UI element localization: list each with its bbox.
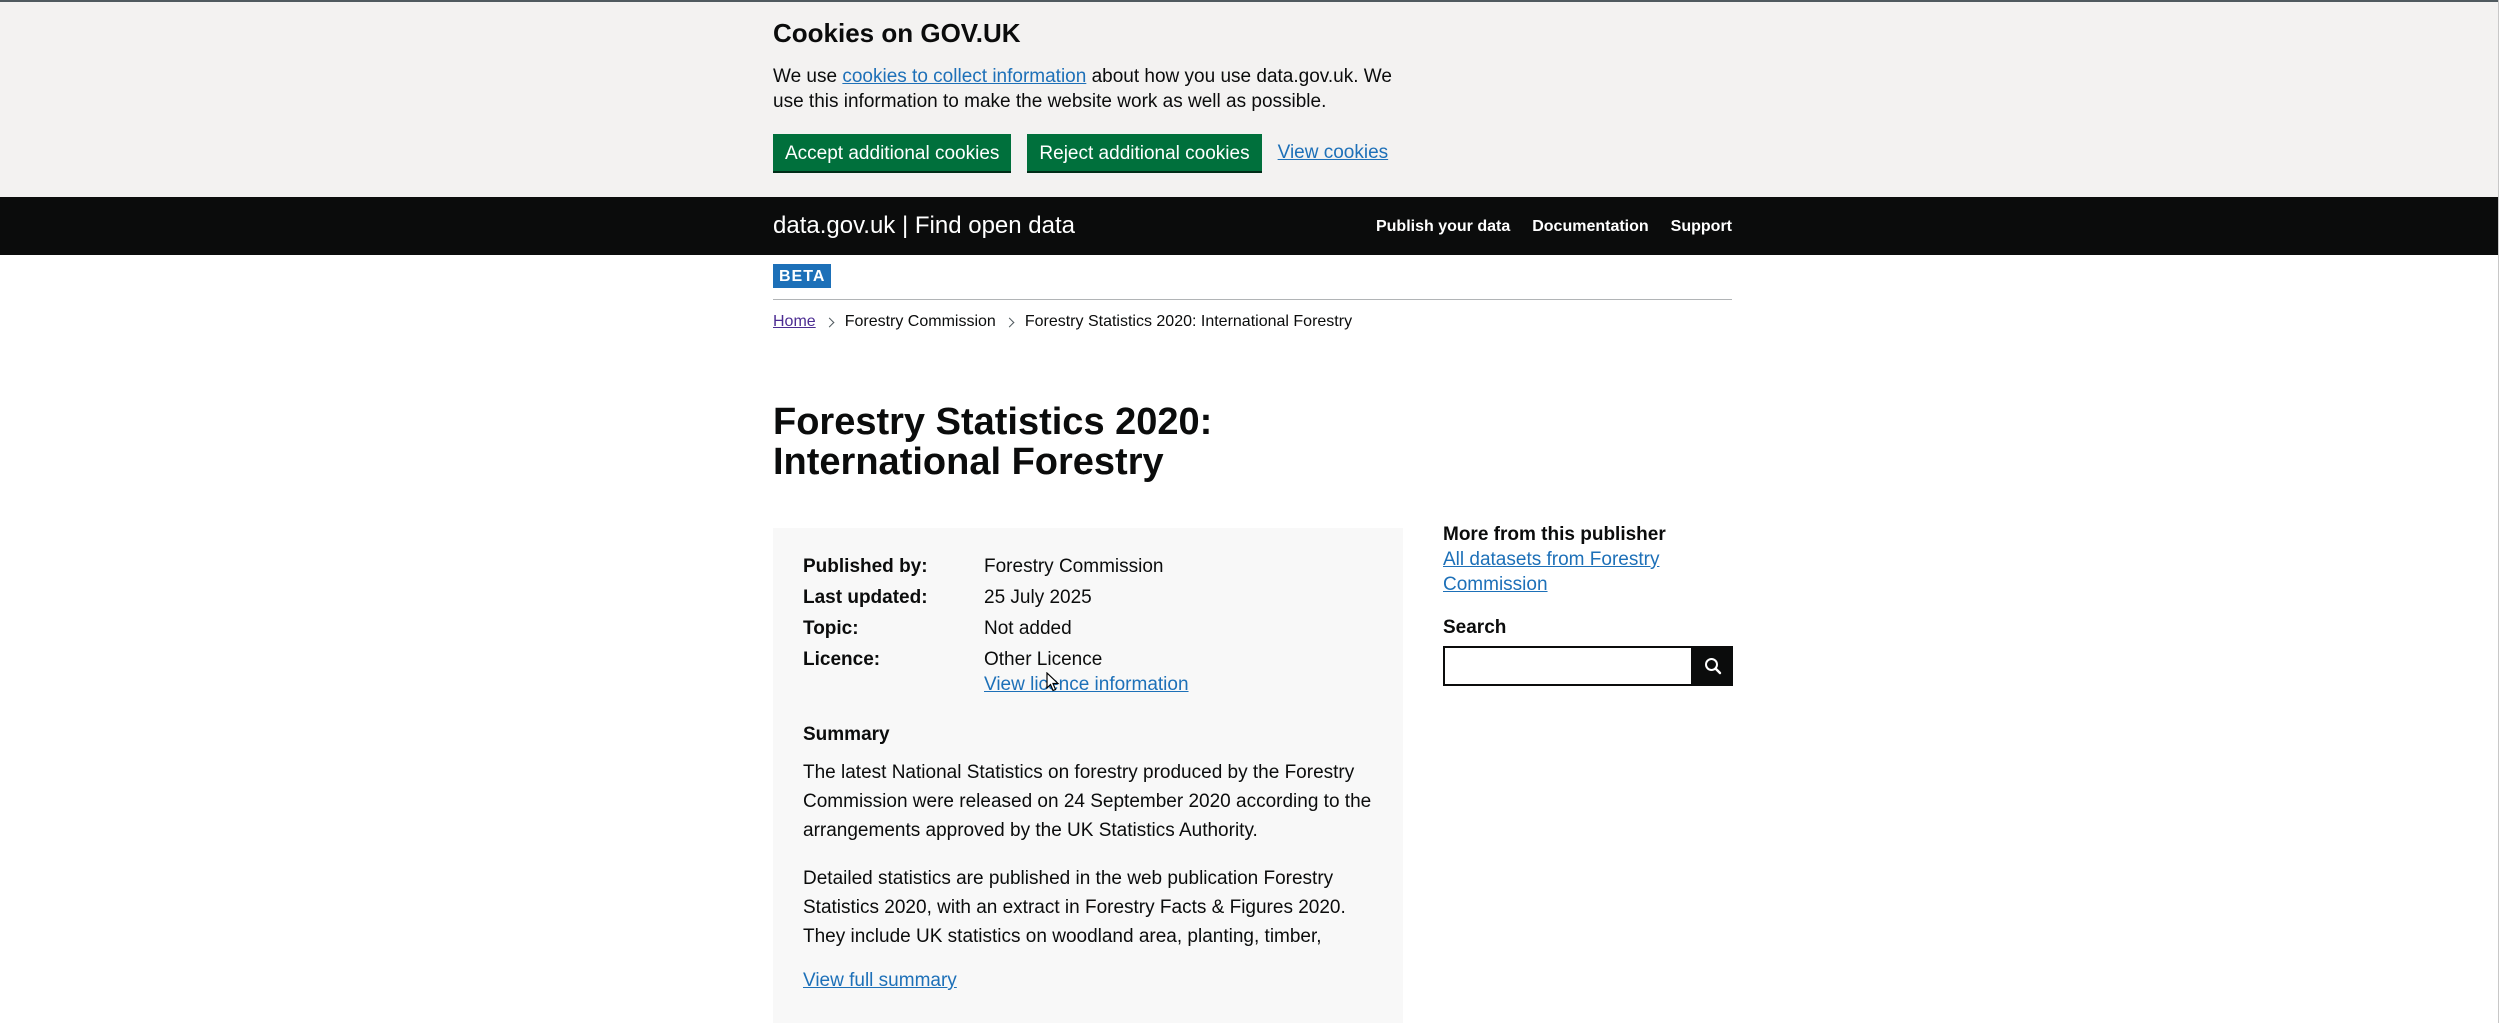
summary-paragraph-2: Detailed statistics are published in the… [803, 868, 1346, 947]
view-full-summary-link[interactable]: View full summary [803, 968, 957, 993]
summary-paragraph-1: The latest National Statistics on forest… [803, 762, 1372, 841]
page-title: Forestry Statistics 2020: International … [773, 401, 1213, 483]
all-datasets-publisher-link[interactable]: All datasets from Forestry Commission [1443, 547, 1733, 597]
breadcrumb-publisher: Forestry Commission [844, 313, 996, 330]
nav-publish-your-data[interactable]: Publish your data [1376, 217, 1510, 237]
metadata-key-licence: Licence: [803, 649, 881, 670]
cookie-banner-title: Cookies on GOV.UK [773, 18, 1021, 48]
metadata-row: Topic: Not added [803, 616, 1344, 641]
metadata-value-published-by: Forestry Commission [984, 556, 1164, 577]
nav-support[interactable]: Support [1671, 217, 1732, 237]
view-licence-link[interactable]: View licence information [984, 674, 1189, 695]
cookie-text-before: We use [773, 66, 843, 87]
metadata-value-last-updated: 25 July 2025 [984, 587, 1092, 608]
dataset-metadata-panel: Published by: Forestry Commission Last u… [773, 528, 1403, 1023]
mouse-cursor-icon [1046, 672, 1060, 692]
accept-cookies-button[interactable]: Accept additional cookies [773, 134, 1012, 171]
cookies-info-link[interactable]: cookies to collect information [842, 66, 1086, 87]
search-input[interactable] [1443, 646, 1693, 686]
header-nav: Publish your data Documentation Support [1376, 217, 1732, 237]
metadata-key-last-updated: Last updated: [803, 587, 928, 608]
breadcrumb-home[interactable]: Home [773, 312, 816, 332]
metadata-row: Licence: Other Licence View licence info… [803, 647, 1344, 697]
sidebar: More from this publisher All datasets fr… [1443, 522, 1733, 686]
breadcrumb: Home Forestry Commission Forestry Statis… [773, 312, 1352, 332]
search-button[interactable] [1693, 646, 1733, 686]
view-cookies-link[interactable]: View cookies [1278, 142, 1389, 164]
metadata-key-topic: Topic: [803, 618, 859, 639]
metadata-row: Last updated: 25 July 2025 [803, 585, 1344, 610]
reject-cookies-button[interactable]: Reject additional cookies [1027, 134, 1262, 171]
metadata-value-topic: Not added [984, 618, 1072, 639]
search-icon [1705, 658, 1722, 675]
beta-tag: BETA [773, 264, 832, 288]
breadcrumb-current: Forestry Statistics 2020: International … [1024, 313, 1353, 330]
phase-banner: BETA [773, 264, 1732, 300]
chevron-right-icon [824, 317, 835, 327]
page-scrollbar[interactable] [2498, 0, 2505, 1023]
search-form [1443, 646, 1733, 686]
chevron-right-icon [1004, 317, 1015, 327]
licence-name: Other Licence [984, 649, 1103, 670]
metadata-row: Published by: Forestry Commission [803, 554, 1344, 579]
cookie-banner-text: We use cookies to collect information ab… [773, 64, 1413, 114]
cookie-banner: Cookies on GOV.UK We use cookies to coll… [0, 0, 2505, 197]
cookie-banner-content: Cookies on GOV.UK We use cookies to coll… [773, 16, 1413, 171]
site-header: data.gov.uk | Find open data Publish you… [0, 197, 2505, 255]
site-title-link[interactable]: data.gov.uk | Find open data [773, 211, 1075, 241]
cookie-actions: Accept additional cookies Reject additio… [773, 134, 1413, 171]
nav-documentation[interactable]: Documentation [1532, 217, 1648, 237]
metadata-value-licence: Other Licence View licence information [984, 647, 1344, 697]
search-label: Search [1443, 617, 1507, 638]
metadata-key-published-by: Published by: [803, 556, 928, 577]
metadata-table: Published by: Forestry Commission Last u… [803, 554, 1344, 703]
summary-heading: Summary [803, 724, 890, 745]
more-from-publisher-heading: More from this publisher [1443, 524, 1666, 545]
